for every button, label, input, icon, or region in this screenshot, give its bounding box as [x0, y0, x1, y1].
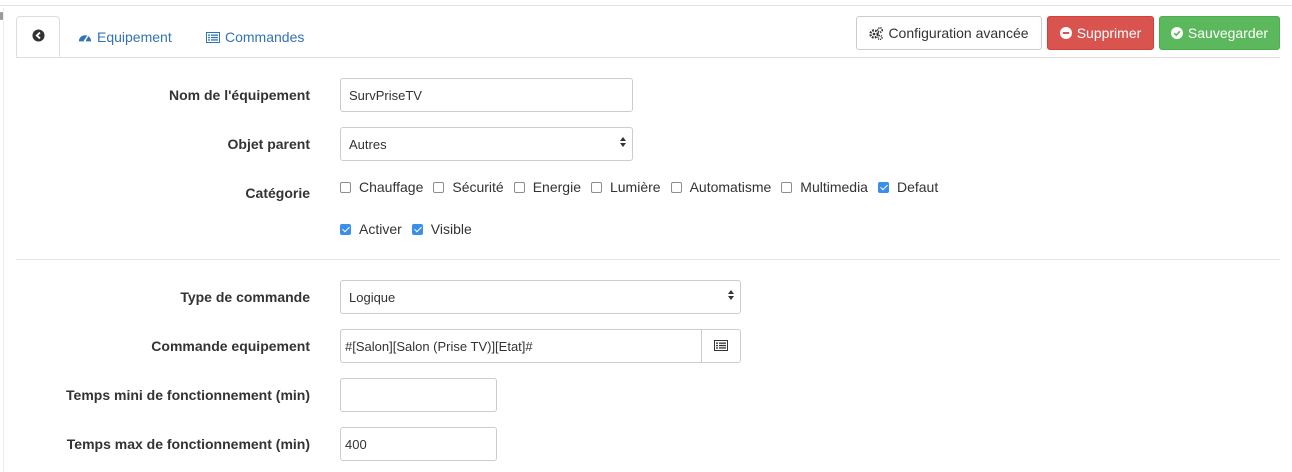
tab-commandes-label: Commandes — [225, 29, 305, 45]
flags-checkboxes: Activer Visible — [340, 221, 482, 237]
advanced-config-button[interactable]: Configuration avancée — [856, 16, 1042, 50]
category-multimedia[interactable]: Multimedia — [781, 179, 868, 195]
checkbox-checked[interactable] — [340, 223, 351, 235]
category-energie[interactable]: Energie — [513, 179, 581, 195]
category-label: Catégorie — [245, 185, 310, 201]
activate-checkbox[interactable]: Activer — [340, 221, 402, 237]
list-alt-icon — [714, 338, 728, 354]
checkbox[interactable] — [670, 181, 682, 193]
category-defaut[interactable]: Defaut — [877, 179, 938, 195]
checkbox-checked[interactable] — [877, 181, 889, 193]
save-button[interactable]: Sauvegarder — [1159, 16, 1280, 50]
advanced-config-label: Configuration avancée — [888, 25, 1029, 41]
select-arrows-icon — [620, 137, 626, 147]
top-border — [0, 5, 1292, 6]
checkbox[interactable] — [590, 181, 602, 193]
save-label: Sauvegarder — [1187, 25, 1269, 41]
delete-button[interactable]: Supprimer — [1047, 16, 1154, 50]
checkbox-checked[interactable] — [411, 223, 423, 235]
max-time-input[interactable]: 400 — [340, 427, 497, 461]
checkbox[interactable] — [340, 181, 351, 193]
category-lumiere[interactable]: Lumière — [590, 179, 661, 195]
parent-object-value: Autres — [349, 136, 387, 152]
delete-label: Supprimer — [1076, 25, 1142, 41]
equipment-name-value: SurvPriseTV — [349, 87, 422, 103]
checkbox[interactable] — [433, 181, 445, 193]
max-time-label: Temps max de fonctionnement (min) — [66, 436, 310, 452]
equipment-name-label: Nom de l'équipement — [168, 87, 310, 103]
category-chauffage[interactable]: Chauffage — [340, 179, 423, 195]
left-border — [3, 8, 4, 472]
tab-commandes[interactable]: Commandes — [206, 16, 304, 58]
checkbox[interactable] — [781, 181, 793, 193]
category-automatisme[interactable]: Automatisme — [670, 179, 771, 195]
list-alt-icon — [206, 31, 220, 43]
visible-checkbox[interactable]: Visible — [411, 221, 472, 237]
select-command-button[interactable] — [701, 329, 741, 363]
equipment-name-input[interactable]: SurvPriseTV — [340, 78, 633, 112]
category-checkboxes: Chauffage Sécurité Energie Lumière Autom… — [340, 179, 948, 195]
category-securite[interactable]: Sécurité — [433, 179, 504, 195]
scroll-handle[interactable] — [0, 12, 3, 20]
command-equipment-label: Commande equipement — [151, 338, 310, 354]
command-equipment-input[interactable]: #[Salon][Salon (Prise TV)][Etat]# — [340, 329, 702, 363]
tabs-divider — [16, 57, 1280, 58]
arrow-circle-left-icon — [31, 28, 45, 45]
command-type-label: Type de commande — [180, 289, 310, 305]
parent-object-label: Objet parent — [227, 136, 310, 152]
command-equipment-value: #[Salon][Salon (Prise TV)][Etat]# — [345, 338, 533, 354]
parent-object-select[interactable]: Autres — [340, 127, 633, 161]
min-time-input[interactable] — [340, 378, 497, 412]
tab-equipement-label: Equipement — [97, 29, 172, 45]
command-type-value: Logique — [349, 289, 396, 305]
select-arrows-icon — [728, 290, 734, 300]
max-time-value: 400 — [345, 436, 367, 452]
cogs-icon — [869, 26, 884, 40]
check-circle-icon — [1170, 27, 1183, 39]
checkbox[interactable] — [513, 181, 525, 193]
command-type-select[interactable]: Logique — [340, 280, 741, 314]
min-time-label: Temps mini de fonctionnement (min) — [66, 387, 310, 403]
minus-circle-icon — [1059, 27, 1072, 39]
tab-equipement[interactable]: Equipement — [78, 16, 172, 58]
tab-back[interactable] — [16, 16, 60, 57]
section-divider — [16, 259, 1280, 260]
tachometer-icon — [78, 31, 92, 43]
